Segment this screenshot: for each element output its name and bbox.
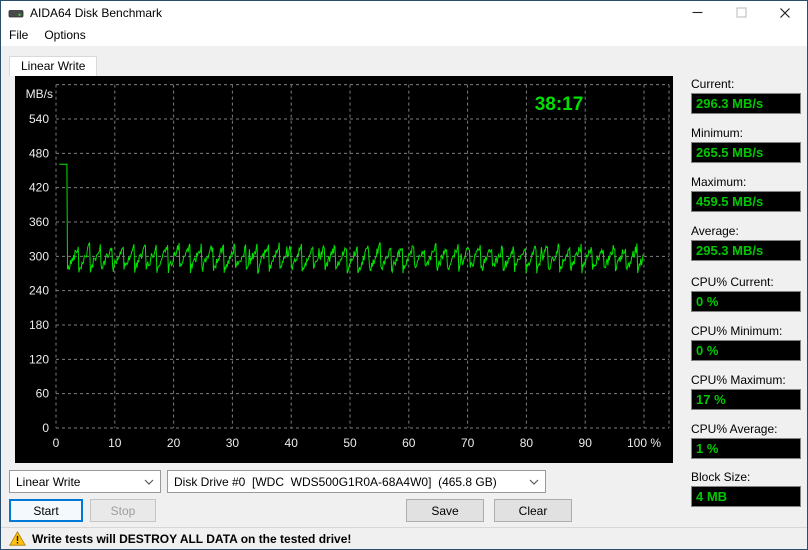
disk-drive-select[interactable]: Disk Drive #0 [WDC WDS500G1R0A-68A4W0] (… (167, 470, 546, 493)
stat-cpu-current: CPU% Current: 0 % (691, 275, 801, 312)
svg-text:40: 40 (285, 436, 299, 450)
clear-button[interactable]: Clear (494, 499, 572, 522)
stat-value: 0 % (691, 291, 801, 312)
svg-text:70: 70 (461, 436, 475, 450)
stop-button[interactable]: Stop (90, 499, 156, 522)
svg-text:80: 80 (520, 436, 534, 450)
stat-label: Minimum: (691, 126, 744, 140)
window-title: AIDA64 Disk Benchmark (30, 5, 163, 20)
chevron-down-icon (138, 471, 160, 492)
disk-drive-icon (8, 5, 24, 21)
svg-text:100 %: 100 % (627, 436, 661, 450)
stat-value: 295.3 MB/s (691, 240, 801, 261)
menu-file[interactable]: File (1, 24, 36, 46)
stat-maximum: Maximum: 459.5 MB/s (691, 175, 801, 212)
svg-text:0: 0 (42, 421, 49, 435)
svg-text:300: 300 (29, 249, 49, 263)
svg-text:120: 120 (29, 352, 49, 366)
close-button[interactable] (763, 1, 807, 24)
stat-label: Block Size: (691, 470, 751, 484)
stat-value: 0 % (691, 340, 801, 361)
stat-label: CPU% Minimum: (691, 324, 783, 338)
test-type-select[interactable]: Linear Write (9, 470, 161, 493)
stat-block-size: Block Size: 4 MB (691, 470, 801, 507)
svg-text:360: 360 (29, 215, 49, 229)
tab-linear-write[interactable]: Linear Write (9, 56, 98, 76)
svg-text:60: 60 (36, 387, 50, 401)
svg-text:240: 240 (29, 284, 49, 298)
app-window: AIDA64 Disk Benchmark File Options Linea… (0, 0, 808, 550)
svg-text:480: 480 (29, 146, 49, 160)
maximize-button[interactable] (719, 1, 763, 24)
minimize-icon (692, 11, 702, 14)
stat-label: CPU% Average: (691, 422, 778, 436)
menu-bar: File Options (1, 24, 807, 46)
minimize-button[interactable] (675, 1, 719, 24)
maximize-icon (735, 7, 747, 18)
stat-value: 1 % (691, 438, 801, 459)
save-button[interactable]: Save (406, 499, 484, 522)
svg-text:180: 180 (29, 318, 49, 332)
stat-current: Current: 296.3 MB/s (691, 77, 801, 114)
stat-label: Current: (691, 77, 735, 91)
stat-value: 17 % (691, 389, 801, 410)
chevron-down-icon (523, 471, 545, 492)
stat-label: Maximum: (691, 175, 747, 189)
stat-label: Average: (691, 224, 739, 238)
svg-text:MB/s: MB/s (26, 87, 53, 101)
svg-text:60: 60 (402, 436, 416, 450)
warning-icon (9, 531, 26, 546)
svg-text:10: 10 (108, 436, 122, 450)
stat-value: 296.3 MB/s (691, 93, 801, 114)
disk-drive-value: Disk Drive #0 [WDC WDS500G1R0A-68A4W0] (… (174, 474, 497, 489)
svg-text:38:17: 38:17 (535, 94, 584, 115)
menu-options[interactable]: Options (36, 24, 93, 46)
svg-text:90: 90 (579, 436, 593, 450)
svg-text:540: 540 (29, 112, 49, 126)
status-bar: Write tests will DESTROY ALL DATA on the… (1, 527, 807, 549)
stat-cpu-average: CPU% Average: 1 % (691, 422, 801, 459)
stat-label: CPU% Current: (691, 275, 774, 289)
close-icon (780, 7, 790, 18)
svg-text:50: 50 (343, 436, 357, 450)
stat-label: CPU% Maximum: (691, 373, 786, 387)
title-bar: AIDA64 Disk Benchmark (1, 1, 807, 24)
svg-text:20: 20 (167, 436, 181, 450)
stat-minimum: Minimum: 265.5 MB/s (691, 126, 801, 163)
stat-cpu-maximum: CPU% Maximum: 17 % (691, 373, 801, 410)
stat-average: Average: 295.3 MB/s (691, 224, 801, 261)
benchmark-chart: 0 60 120 180 240 300 360 420 480 540 MB/s 0 10 20 30 40… (26, 84, 670, 450)
stat-value: 4 MB (691, 486, 801, 507)
stat-value: 265.5 MB/s (691, 142, 801, 163)
start-button[interactable]: Start (9, 499, 83, 522)
stat-cpu-minimum: CPU% Minimum: 0 % (691, 324, 801, 361)
stat-value: 459.5 MB/s (691, 191, 801, 212)
benchmark-chart-panel: 0 60 120 180 240 300 360 420 480 540 MB/s 0 10 20 30 40… (15, 76, 673, 463)
svg-text:30: 30 (226, 436, 240, 450)
svg-text:420: 420 (29, 181, 49, 195)
status-message: Write tests will DESTROY ALL DATA on the… (32, 531, 352, 546)
svg-text:0: 0 (53, 436, 60, 450)
test-type-value: Linear Write (16, 474, 81, 489)
